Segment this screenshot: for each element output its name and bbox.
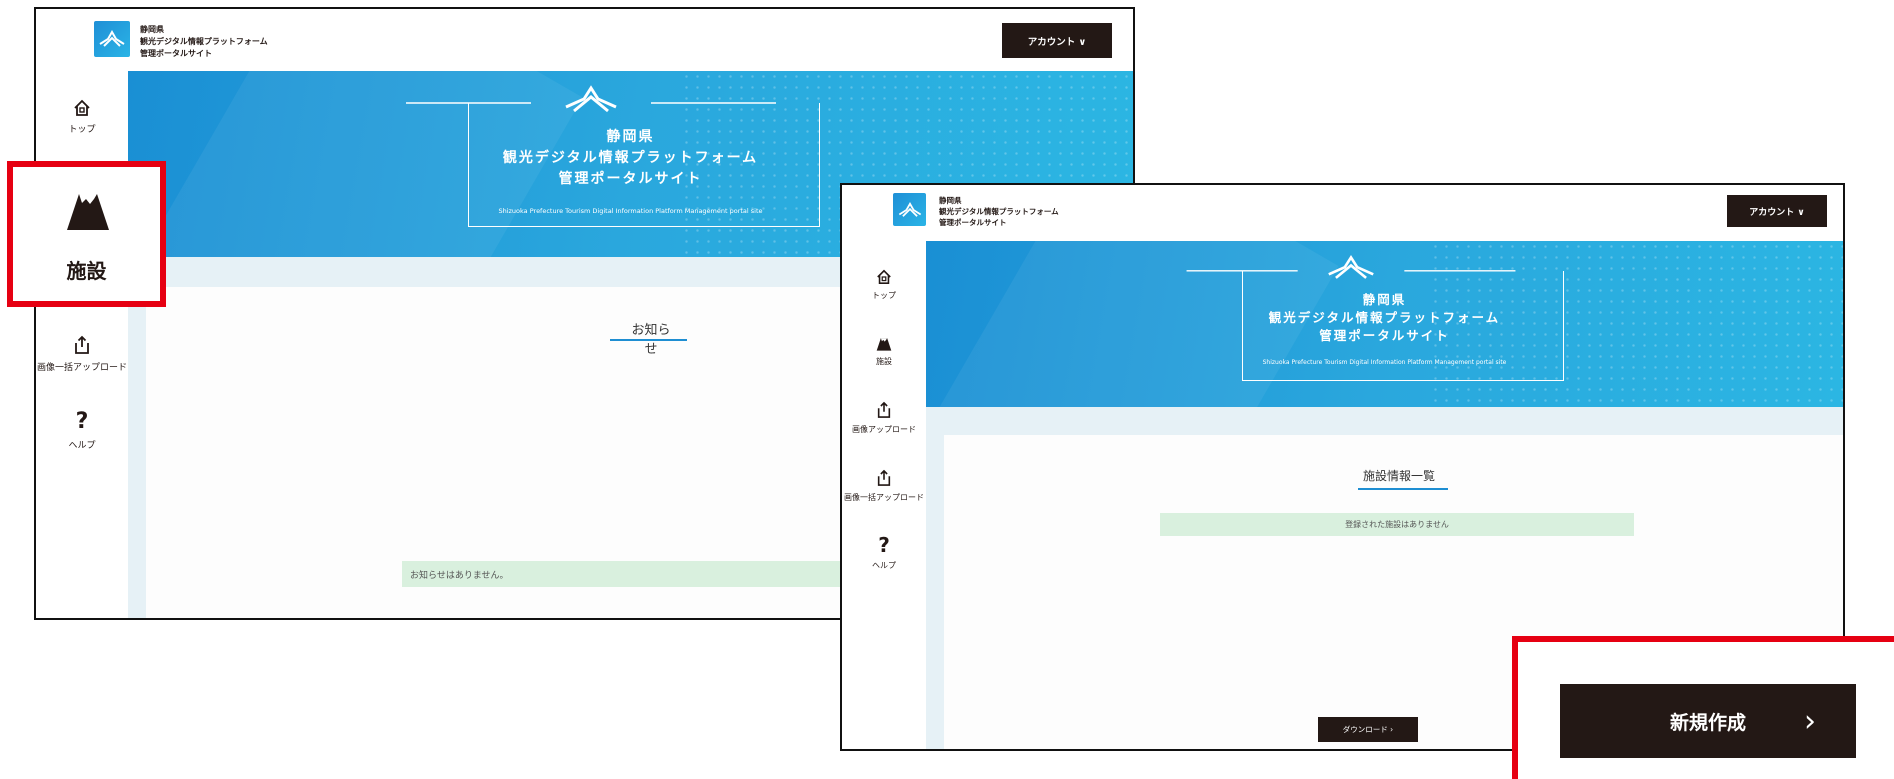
hero-banner: 静岡県 観光デジタル情報プラットフォーム 管理ポータルサイト Shizuoka … bbox=[926, 241, 1843, 407]
nav-bulk-upload[interactable]: 画像一括アップロード bbox=[36, 335, 128, 373]
hero-title-line3: 管理ポータルサイト bbox=[1319, 328, 1450, 343]
org-line2: 観光デジタル情報プラットフォーム bbox=[939, 207, 1059, 216]
sidebar: トップ 画像一括アップロード ? ヘルプ bbox=[36, 71, 128, 618]
org-line2: 観光デジタル情報プラットフォーム bbox=[140, 37, 268, 46]
org-line1: 静岡県 bbox=[140, 25, 164, 34]
account-label: アカウント ∨ bbox=[1749, 207, 1805, 218]
nav-bulk-upload-label: 画像一括アップロード bbox=[36, 363, 127, 373]
facility-list-title: 施設情報一覧 bbox=[1362, 469, 1435, 483]
nav-image-upload[interactable]: 画像アップロード bbox=[842, 401, 926, 435]
account-button[interactable]: アカウント ∨ bbox=[1727, 195, 1827, 227]
download-label: ダウンロード › bbox=[1342, 725, 1394, 734]
notice-title: お知らせ bbox=[631, 323, 671, 357]
facility-nav-callout[interactable]: 施設 bbox=[7, 161, 166, 307]
nav-image-upload-label: 画像アップロード bbox=[852, 425, 916, 434]
sidebar: トップ 施設 画像アップロード 画像一括アップロード ? ヘルプ bbox=[842, 241, 926, 749]
org-name: 静岡県 観光デジタル情報プラットフォーム 管理ポータルサイト bbox=[939, 195, 1059, 228]
nav-top-label: トップ bbox=[68, 125, 96, 135]
nav-help[interactable]: ? ヘルプ bbox=[842, 535, 926, 571]
logo-icon bbox=[99, 30, 125, 47]
upload-icon bbox=[877, 469, 891, 486]
mountain-icon bbox=[67, 194, 109, 230]
download-button[interactable]: ダウンロード › bbox=[1318, 717, 1418, 742]
nav-bulk-upload[interactable]: 画像一括アップロード bbox=[842, 469, 926, 503]
facility-callout-label: 施設 bbox=[66, 259, 107, 283]
account-label: アカウント ∨ bbox=[1027, 36, 1087, 48]
hero-title-line2: 観光デジタル情報プラットフォーム bbox=[1268, 310, 1501, 325]
new-create-label: 新規作成 bbox=[1669, 711, 1746, 734]
nav-top[interactable]: トップ bbox=[842, 269, 926, 301]
empty-message-text: 登録された施設はありません bbox=[1345, 520, 1449, 529]
home-icon bbox=[877, 269, 891, 285]
title-underline bbox=[1358, 488, 1448, 490]
help-icon: ? bbox=[75, 409, 89, 434]
hero-title-line1: 静岡県 bbox=[606, 129, 655, 145]
nav-bulk-upload-label: 画像一括アップロード bbox=[844, 493, 924, 502]
nav-facility[interactable]: 施設 bbox=[842, 337, 926, 367]
org-line3: 管理ポータルサイト bbox=[140, 49, 212, 58]
nav-facility-label: 施設 bbox=[876, 357, 892, 366]
nav-help-label: ヘルプ bbox=[68, 441, 96, 451]
upload-icon bbox=[75, 335, 89, 354]
org-line1: 静岡県 bbox=[939, 196, 962, 205]
title-underline bbox=[610, 339, 687, 341]
portal-logo[interactable] bbox=[94, 21, 130, 57]
hero-title: 静岡県 観光デジタル情報プラットフォーム 管理ポータルサイト bbox=[926, 291, 1843, 345]
upload-icon bbox=[877, 401, 891, 418]
site-header: 静岡県 観光デジタル情報プラットフォーム 管理ポータルサイト アカウント ∨ bbox=[842, 185, 1843, 241]
empty-message: 登録された施設はありません bbox=[1160, 513, 1634, 536]
org-name: 静岡県 観光デジタル情報プラットフォーム 管理ポータルサイト bbox=[140, 24, 268, 60]
site-header: 静岡県 観光デジタル情報プラットフォーム 管理ポータルサイト アカウント ∨ bbox=[36, 9, 1133, 71]
nav-help-label: ヘルプ bbox=[872, 561, 896, 570]
nav-top[interactable]: トップ bbox=[36, 99, 128, 135]
help-icon: ? bbox=[878, 533, 890, 557]
logo-icon bbox=[898, 201, 921, 217]
nav-top-label: トップ bbox=[872, 291, 896, 300]
hero-subtitle: Shizuoka Prefecture Tourism Digital Info… bbox=[1262, 359, 1507, 366]
org-line3: 管理ポータルサイト bbox=[939, 218, 1007, 227]
nav-help[interactable]: ? ヘルプ bbox=[36, 409, 128, 452]
notice-text: お知らせはありません。 bbox=[410, 570, 509, 581]
new-create-button[interactable]: 新規作成 › bbox=[1560, 684, 1856, 758]
account-button[interactable]: アカウント ∨ bbox=[1002, 23, 1112, 58]
portal-logo[interactable] bbox=[893, 193, 926, 226]
hero-title-line1: 静岡県 bbox=[1362, 292, 1407, 307]
home-icon bbox=[74, 99, 90, 116]
hero-title-line2: 観光デジタル情報プラットフォーム bbox=[502, 150, 759, 166]
hero-title: 静岡県 観光デジタル情報プラットフォーム 管理ポータルサイト bbox=[128, 127, 1133, 190]
chevron-right-icon: › bbox=[1804, 703, 1816, 739]
mountain-icon bbox=[876, 338, 892, 351]
notice-message: お知らせはありません。 bbox=[402, 561, 882, 587]
new-button-callout: 新規作成 › bbox=[1512, 636, 1894, 779]
